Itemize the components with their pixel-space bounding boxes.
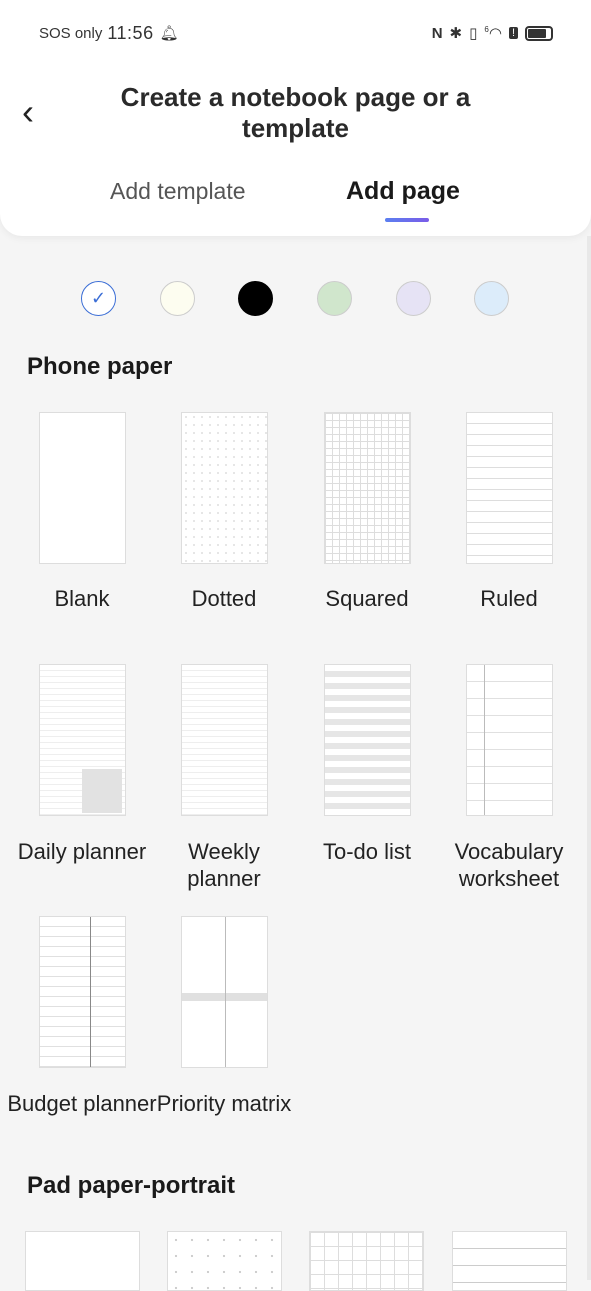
header: SOS only 11:56 🔔︎ N ✱ ▯ 6◠ ! ‹ Create a … [0,0,591,236]
check-icon: ✓ [90,288,107,308]
template-blank[interactable] [39,412,126,564]
pad-template-squared[interactable] [309,1231,424,1291]
template-todo-list[interactable] [324,664,411,816]
template-squared[interactable] [324,412,411,564]
template-label: Budget planner [7,1091,157,1116]
scrollbar[interactable] [587,236,591,1280]
template-budget-planner[interactable] [39,916,126,1068]
template-label: Vocabulary worksheet [454,839,564,891]
tab-add-page[interactable]: Add page [346,177,460,206]
template-ruled[interactable] [466,412,553,564]
section-title-pad-paper-portrait: Pad paper-portrait [27,1172,236,1199]
color-swatch-white[interactable]: ✓ [81,281,116,316]
pad-template-blank[interactable] [25,1231,140,1291]
back-button[interactable]: ‹ [22,92,52,132]
battery-icon [525,25,553,41]
template-label: Squared [325,586,409,611]
bell-icon: 🔔︎ [159,25,179,42]
template-label: Weekly planner [187,839,261,891]
color-swatch-green[interactable] [317,281,352,316]
template-daily-planner[interactable] [39,664,126,816]
chevron-left-icon: ‹ [22,91,34,132]
status-bar: SOS only 11:56 🔔︎ N ✱ ▯ 6◠ ! [39,22,553,44]
pad-template-dotted[interactable] [167,1231,282,1291]
template-vocabulary-worksheet[interactable] [466,664,553,816]
wifi-icon: 6◠ [484,25,502,42]
bluetooth-icon: ✱ [449,25,463,42]
template-label: Ruled [480,586,538,611]
clock: 11:56 [107,22,154,43]
template-dotted[interactable] [181,412,268,564]
active-tab-indicator [385,218,429,222]
page-title: Create a notebook page or a template [120,82,471,143]
template-weekly-planner[interactable] [181,664,268,816]
template-label: Blank [54,586,110,611]
color-swatch-black[interactable] [238,281,273,316]
section-title-phone-paper: Phone paper [27,353,173,380]
color-swatch-lavender[interactable] [396,281,431,316]
template-priority-matrix[interactable] [181,916,268,1068]
template-label: Dotted [191,586,257,611]
color-swatch-blue[interactable] [474,281,509,316]
color-swatch-cream[interactable] [160,281,195,316]
alert-icon: ! [508,27,518,39]
nfc-icon: N [431,24,443,42]
template-label: Daily planner [17,839,147,864]
tab-add-template[interactable]: Add template [110,178,246,205]
pad-template-ruled[interactable] [452,1231,567,1291]
vibrate-icon: ▯ [469,25,478,42]
template-label: Priority matrix [156,1091,292,1116]
template-label: To-do list [322,839,412,864]
carrier-text: SOS only [39,24,103,42]
wifi-badge: 6 [484,25,489,34]
